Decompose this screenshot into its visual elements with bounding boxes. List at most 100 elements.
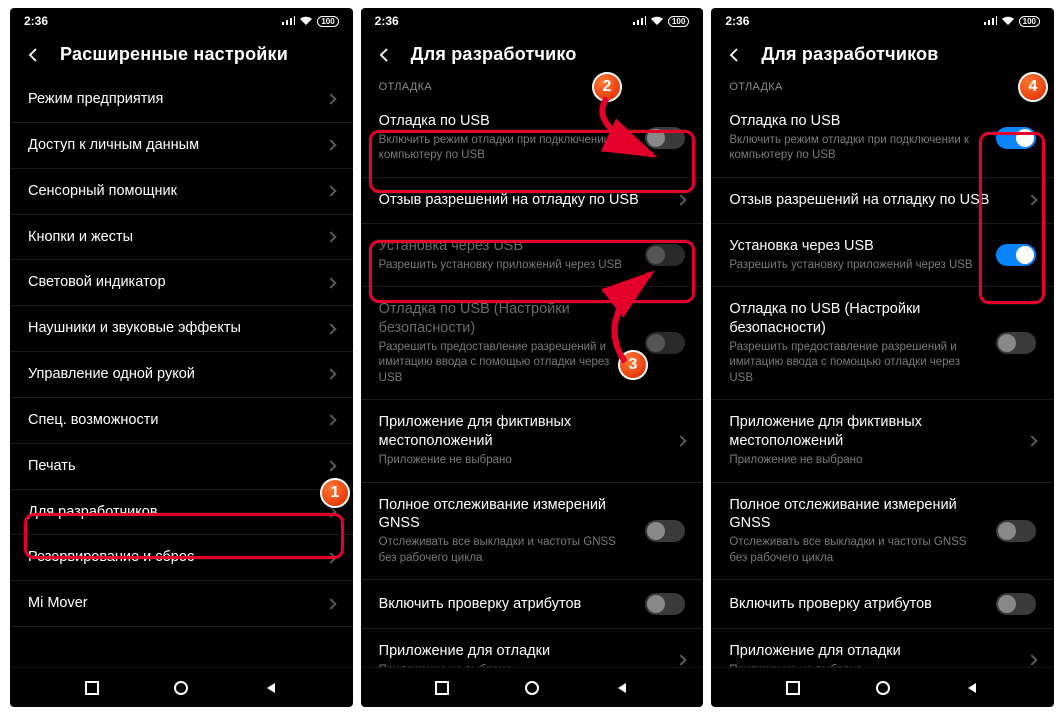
row-title: Отзыв разрешений на отладку по USB xyxy=(729,191,1018,210)
settings-row[interactable]: Полное отслеживание измерений GNSSОтслеж… xyxy=(711,483,1054,581)
app-bar: Расширенные настройки xyxy=(10,30,353,77)
settings-row[interactable]: Доступ к личным данным xyxy=(10,123,353,169)
app-bar: Для разработчико xyxy=(361,30,704,77)
row-title: Резервирование и сброс xyxy=(28,548,317,567)
chevron-right-icon xyxy=(325,598,336,609)
row-title: Световой индикатор xyxy=(28,273,317,292)
row-title: Установка через USB xyxy=(729,237,986,256)
settings-row[interactable]: Отладка по USB (Настройки безопасности)Р… xyxy=(711,287,1054,400)
row-title: Отладка по USB xyxy=(729,112,986,131)
settings-row[interactable]: Отзыв разрешений на отладку по USB xyxy=(361,178,704,224)
settings-row[interactable]: Включить проверку атрибутов xyxy=(711,580,1054,629)
chevron-right-icon xyxy=(325,415,336,426)
toggle-switch[interactable] xyxy=(645,520,685,542)
settings-row[interactable]: Отзыв разрешений на отладку по USB xyxy=(711,178,1054,224)
settings-row[interactable]: Наушники и звуковые эффекты xyxy=(10,306,353,352)
settings-row[interactable]: Приложение для отладкиПриложение не выбр… xyxy=(361,629,704,667)
settings-row[interactable]: Полное отслеживание измерений GNSSОтслеж… xyxy=(361,483,704,581)
nav-home-icon[interactable] xyxy=(875,680,891,696)
row-subtitle: Разрешить установку приложений через USB xyxy=(729,258,986,274)
settings-row[interactable]: Установка через USB Разрешить установку п… xyxy=(711,224,1054,287)
settings-row[interactable]: Для разработчиков xyxy=(10,490,353,536)
page-title: Для разработчиков xyxy=(761,44,938,65)
row-title: Наушники и звуковые эффекты xyxy=(28,319,317,338)
phone-screenshot-1: 2:36 100 Расширенные настройки Режим пре… xyxy=(10,8,353,707)
toggle-switch xyxy=(645,244,685,266)
toggle-switch xyxy=(645,332,685,354)
chevron-right-icon xyxy=(676,195,687,206)
row-subtitle: Приложение не выбрано xyxy=(729,453,1018,469)
nav-bar xyxy=(711,667,1054,707)
app-bar: Для разработчиков xyxy=(711,30,1054,77)
section-label: ОТЛАДКА xyxy=(361,77,704,99)
settings-row[interactable]: Приложение для фиктивных местоположенийП… xyxy=(361,400,704,482)
wifi-icon xyxy=(299,16,313,26)
signal-icon xyxy=(281,16,295,26)
back-icon[interactable] xyxy=(375,46,393,64)
settings-row[interactable]: Отладка по USBВключить режим отладки при… xyxy=(711,99,1054,178)
chevron-right-icon xyxy=(325,552,336,563)
settings-row[interactable]: Кнопки и жесты xyxy=(10,215,353,261)
settings-row[interactable]: Mi Mover xyxy=(10,581,353,627)
toggle-switch[interactable] xyxy=(996,520,1036,542)
chevron-right-icon xyxy=(325,369,336,380)
signal-icon xyxy=(632,16,646,26)
settings-row[interactable]: Отладка по USBВключить режим отладки при… xyxy=(361,99,704,178)
row-title: Доступ к личным данным xyxy=(28,136,317,155)
nav-home-icon[interactable] xyxy=(173,680,189,696)
row-subtitle: Разрешить предоставление разрешений и им… xyxy=(379,340,636,387)
toggle-switch[interactable] xyxy=(645,593,685,615)
row-title: Приложение для фиктивных местоположений xyxy=(379,413,668,451)
settings-list: Отладка по USBВключить режим отладки при… xyxy=(711,99,1054,667)
nav-back-icon[interactable] xyxy=(263,680,279,696)
chevron-right-icon xyxy=(1026,655,1037,666)
settings-row[interactable]: Управление одной рукой xyxy=(10,352,353,398)
status-bar: 2:36 100 xyxy=(10,8,353,30)
status-time: 2:36 xyxy=(24,14,48,28)
signal-icon xyxy=(983,16,997,26)
status-icons: 100 xyxy=(281,16,338,27)
toggle-switch[interactable] xyxy=(645,127,685,149)
chevron-right-icon xyxy=(676,655,687,666)
nav-recents-icon[interactable] xyxy=(84,680,100,696)
settings-row[interactable]: Установка через USBРазрешить установку п… xyxy=(361,224,704,287)
settings-row[interactable]: Печать xyxy=(10,444,353,490)
back-icon[interactable] xyxy=(24,46,42,64)
row-title: Приложение для фиктивных местоположений xyxy=(729,413,1018,451)
row-title: Режим предприятия xyxy=(28,90,317,109)
settings-row[interactable]: Спец. возможности xyxy=(10,398,353,444)
chevron-right-icon xyxy=(325,461,336,472)
chevron-right-icon xyxy=(1026,195,1037,206)
toggle-switch[interactable] xyxy=(996,593,1036,615)
chevron-right-icon xyxy=(325,140,336,151)
nav-back-icon[interactable] xyxy=(964,680,980,696)
chevron-right-icon xyxy=(325,277,336,288)
chevron-right-icon xyxy=(325,506,336,517)
settings-row[interactable]: Отладка по USB (Настройки безопасности)Р… xyxy=(361,287,704,400)
back-icon[interactable] xyxy=(725,46,743,64)
page-title: Для разработчико xyxy=(411,44,577,65)
row-title: Включить проверку атрибутов xyxy=(379,595,636,614)
nav-bar xyxy=(361,667,704,707)
nav-recents-icon[interactable] xyxy=(434,680,450,696)
nav-home-icon[interactable] xyxy=(524,680,540,696)
toggle-switch[interactable] xyxy=(996,332,1036,354)
chevron-right-icon xyxy=(676,435,687,446)
row-title: Полное отслеживание измерений GNSS xyxy=(729,496,986,534)
nav-recents-icon[interactable] xyxy=(785,680,801,696)
settings-row[interactable]: Режим предприятия xyxy=(10,77,353,123)
settings-row[interactable]: Сенсорный помощник xyxy=(10,169,353,215)
wifi-icon xyxy=(1001,16,1015,26)
toggle-switch[interactable] xyxy=(996,244,1036,266)
settings-row[interactable]: Световой индикатор xyxy=(10,260,353,306)
chevron-right-icon xyxy=(325,94,336,105)
settings-row[interactable]: Приложение для фиктивных местоположений П… xyxy=(711,400,1054,482)
row-subtitle: Разрешить предоставление разрешений и им… xyxy=(729,340,986,387)
settings-row[interactable]: Резервирование и сброс xyxy=(10,535,353,581)
settings-row[interactable]: Включить проверку атрибутов xyxy=(361,580,704,629)
toggle-switch[interactable] xyxy=(996,127,1036,149)
row-title: Кнопки и жесты xyxy=(28,228,317,247)
nav-back-icon[interactable] xyxy=(614,680,630,696)
settings-row[interactable]: Приложение для отладкиПриложение не выбр… xyxy=(711,629,1054,667)
row-title: Приложение для отладки xyxy=(379,642,668,661)
